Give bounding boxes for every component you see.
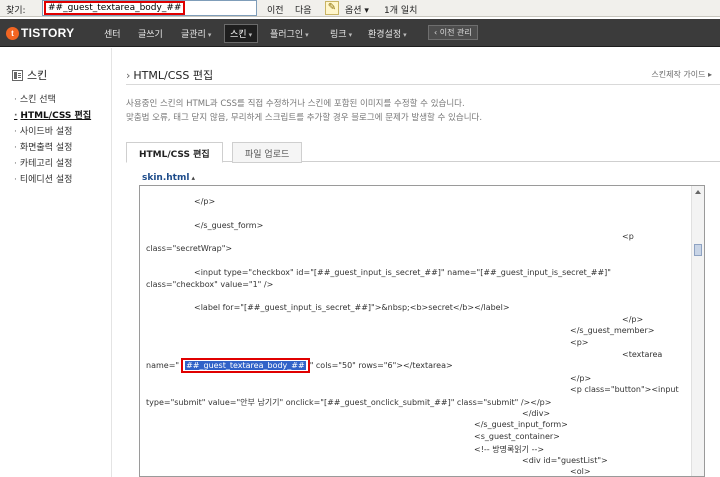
search-match-highlight: ##_guest_textarea_body_## xyxy=(181,358,310,373)
nav-item-skin[interactable]: 스킨 ▾ xyxy=(224,24,259,43)
code-line: </s_guest_input_form> xyxy=(474,420,568,429)
tistory-logo[interactable]: t TISTORY xyxy=(6,25,74,41)
prev-manage-button[interactable]: ‹ 이전 관리 xyxy=(428,25,478,40)
sidebar-menu: 스킨 선택 HTML/CSS 편집 사이드바 설정 화면출력 설정 카테고리 설… xyxy=(14,92,91,188)
sidebar-item-display-settings[interactable]: 화면출력 설정 xyxy=(14,140,91,156)
find-prev-button[interactable]: 이전 xyxy=(267,3,284,16)
editor-tabs: HTML/CSS 편집 파일 업로드 xyxy=(126,142,720,163)
code-line: <textarea xyxy=(622,350,663,359)
code-line: type="submit" value="안부 남기기" onclick="[#… xyxy=(146,398,552,407)
code-line: </p> xyxy=(194,197,216,206)
page-title: HTML/CSS 편집 xyxy=(126,67,213,83)
logo-icon: t xyxy=(6,26,19,40)
scroll-up-icon[interactable] xyxy=(695,190,701,194)
find-bar: 찾기: ##_guest_textarea_body_## 이전 다음 ✎ 옵션… xyxy=(0,0,720,17)
code-editor[interactable]: </p> </s_guest_form> <p class="secretWra… xyxy=(139,185,705,477)
page-description: 사용중인 스킨의 HTML과 CSS를 직접 수정하거나 스킨에 포함된 이미지… xyxy=(126,99,483,123)
chevron-down-icon: ▾ xyxy=(348,31,353,39)
find-options-button[interactable]: 옵션 ▾ xyxy=(345,3,369,16)
code-line: <p> xyxy=(570,338,589,347)
nav-item-posts[interactable]: 글관리 ▾ xyxy=(181,27,211,40)
sidebar-item-t-edition[interactable]: 티에디션 설정 xyxy=(14,172,91,188)
code-line: class="secretWrap"> xyxy=(146,244,233,253)
nav-item-links[interactable]: 링크 ▾ xyxy=(330,27,352,40)
sidebar-item-category-settings[interactable]: 카테고리 설정 xyxy=(14,156,91,172)
find-query-text: ##_guest_textarea_body_## xyxy=(44,1,186,15)
code-line: </div> xyxy=(522,409,551,418)
chevron-down-icon: ▾ xyxy=(305,31,309,39)
top-nav: t TISTORY 센터 글쓰기 글관리 ▾ 스킨 ▾ 플러그인 ▾ 링크 ▾ 환경설정… xyxy=(0,19,720,47)
nav-item-write[interactable]: 글쓰기 xyxy=(138,27,163,40)
sidebar-title: 스킨 xyxy=(12,67,47,83)
code-line: class="checkbox" value="1" /> xyxy=(146,280,274,289)
chevron-down-icon: ▾ xyxy=(207,31,212,39)
code-line: <div id="guestList"> xyxy=(522,456,608,465)
code-line: </p> xyxy=(570,374,592,383)
divider xyxy=(126,84,720,85)
editor-scrollbar[interactable] xyxy=(691,186,704,476)
code-line: <s_guest_container> xyxy=(474,432,560,441)
code-line: </p> xyxy=(622,315,644,324)
chevron-down-icon: ▾ xyxy=(403,31,407,39)
skin-guide-link[interactable]: 스킨제작 가이드 ▸ xyxy=(651,69,712,80)
nav-item-settings[interactable]: 환경설정 ▾ xyxy=(368,27,407,40)
code-line: </s_guest_form> xyxy=(194,221,264,230)
code-line: <ol> xyxy=(570,467,591,476)
find-input[interactable]: ##_guest_textarea_body_## xyxy=(42,0,257,16)
code-line-highlighted: name=" ##_guest_textarea_body_## " cols="5… xyxy=(146,358,453,373)
code-content[interactable]: </p> </s_guest_form> <p class="secretWra… xyxy=(146,186,690,476)
find-result-count: 1개 일치 xyxy=(384,6,418,16)
code-line: <p xyxy=(622,232,634,241)
sidebar-item-html-css[interactable]: HTML/CSS 편집 xyxy=(14,108,91,124)
code-line: <!-- 방명록읽기 --> xyxy=(474,445,545,454)
skin-icon xyxy=(12,69,23,81)
find-label: 찾기: xyxy=(6,6,26,16)
code-line: <p class="button"><input xyxy=(570,385,679,394)
chevron-down-icon: ▾ xyxy=(248,31,253,39)
code-line: <label for="[##_guest_input_is_secret_##… xyxy=(194,303,510,312)
sidebar-item-sidebar-settings[interactable]: 사이드바 설정 xyxy=(14,124,91,140)
code-line: </s_guest_member> xyxy=(570,326,655,335)
scroll-thumb[interactable] xyxy=(694,244,702,256)
find-next-button[interactable]: 다음 xyxy=(295,3,312,16)
nav-item-plugins[interactable]: 플러그인 ▾ xyxy=(270,27,309,40)
file-selector[interactable]: skin.html ▴ xyxy=(142,173,195,183)
sidebar: 스킨 스킨 선택 HTML/CSS 편집 사이드바 설정 화면출력 설정 카테고… xyxy=(0,48,112,477)
code-line: <input type="checkbox" id="[##_guest_inp… xyxy=(194,268,611,277)
chevron-up-icon: ▴ xyxy=(191,174,195,182)
tab-html-css[interactable]: HTML/CSS 편집 xyxy=(126,142,223,163)
sidebar-item-skin-select[interactable]: 스킨 선택 xyxy=(14,92,91,108)
nav-item-center[interactable]: 센터 xyxy=(104,27,121,40)
tab-file-upload[interactable]: 파일 업로드 xyxy=(232,142,303,163)
pencil-icon[interactable]: ✎ xyxy=(325,1,339,15)
